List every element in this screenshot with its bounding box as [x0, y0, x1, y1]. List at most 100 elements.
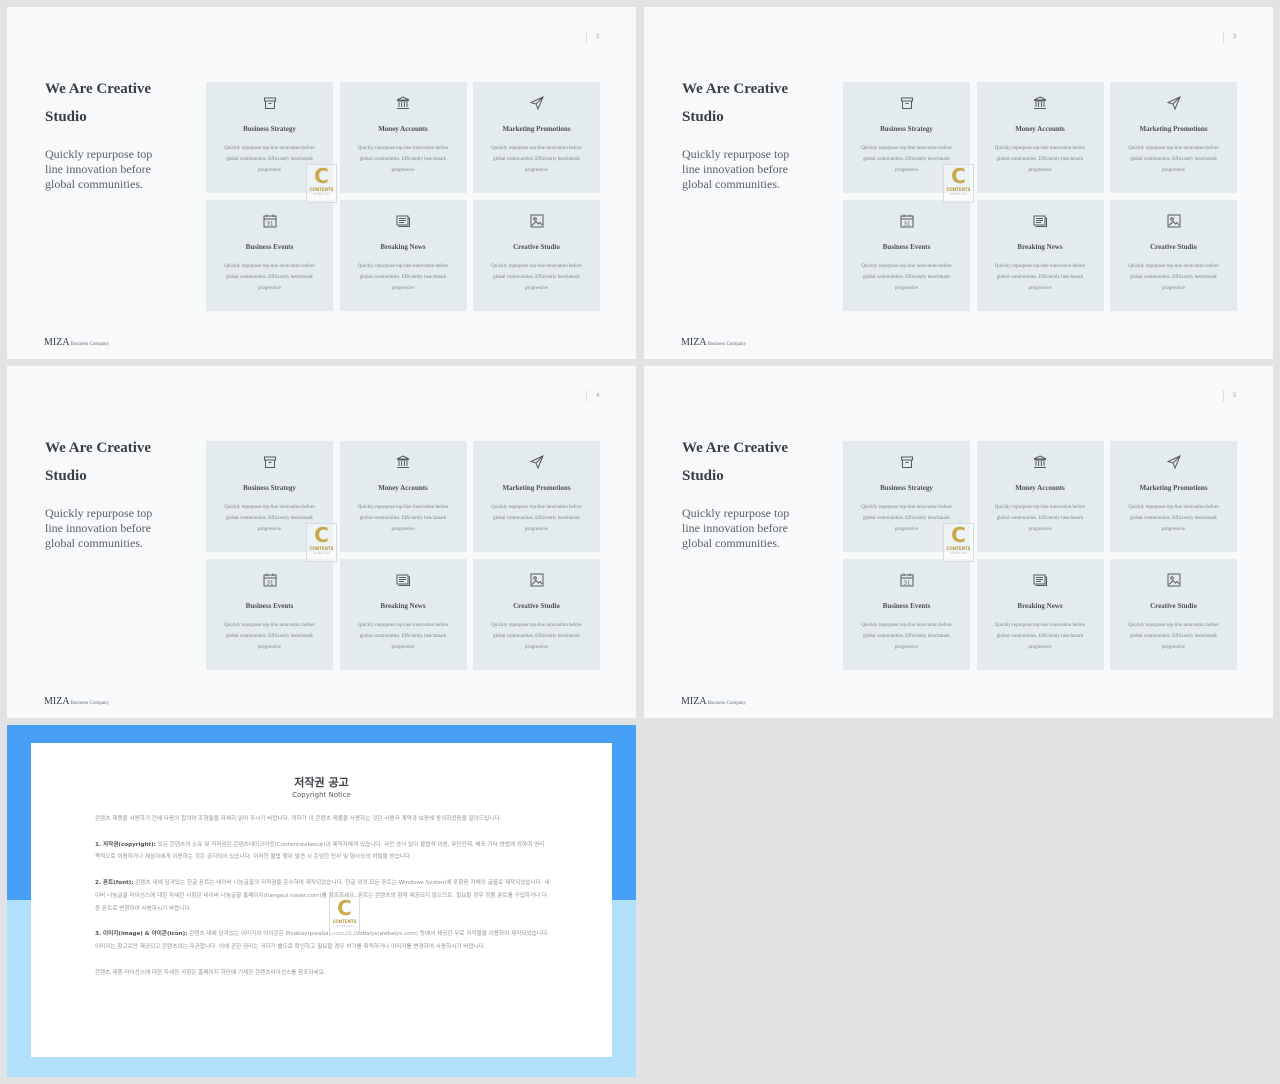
- card-title: Business Strategy: [243, 125, 296, 133]
- brand-name: MIZA: [681, 337, 707, 348]
- card-title: Marketing Promotions: [502, 125, 571, 133]
- newspaper-icon: [396, 215, 410, 227]
- card-title: Business Events: [245, 601, 294, 610]
- service-card: Money Accounts Quickly repurpose top-lin…: [339, 82, 467, 193]
- page-number: 5: [1223, 390, 1249, 402]
- watermark-logo: C CONTENTS STAKE OUT: [943, 164, 974, 203]
- calendar-icon: 31: [263, 214, 276, 227]
- paper-plane-icon: [529, 96, 544, 111]
- copyright-slide[interactable]: 저작권 공고 Copyright Notice 콘텐츠 제품을 사용하기 전에 …: [7, 725, 636, 1077]
- slide-thumbnail[interactable]: 5 We Are Creative Studio Quickly repurpo…: [644, 366, 1273, 718]
- brand-tagline: Business Company: [707, 342, 747, 347]
- watermark-sub: STAKE OUT: [950, 551, 967, 555]
- watermark-letter: C: [337, 896, 352, 920]
- watermark-logo: C CONTENTS STAKE OUT: [306, 523, 337, 562]
- brand-name: MIZA: [44, 337, 70, 348]
- notice-section-font: 2. 폰트(font): 콘텐츠 내에 담겨있는 한글 폰트는 네이버 나눔글꼴…: [95, 877, 550, 915]
- newspaper-icon: [1033, 574, 1047, 586]
- card-title: Business Strategy: [880, 484, 933, 492]
- paper-plane-icon: [529, 455, 544, 470]
- page-number: 4: [586, 390, 612, 402]
- slide-title: We Are Creative Studio: [682, 440, 789, 484]
- watermark-letter: C: [951, 164, 966, 188]
- image-icon: [530, 573, 543, 586]
- card-text: Quickly repurpose top-line innovation be…: [357, 505, 449, 532]
- service-card: Creative Studio Quickly repurpose top-li…: [1110, 558, 1237, 670]
- slide-thumbnail[interactable]: 3 We Are Creative Studio Quickly repurpo…: [644, 7, 1273, 359]
- card-title: Business Strategy: [243, 484, 296, 492]
- newspaper-icon: [396, 574, 410, 586]
- card-title: Business Events: [245, 242, 294, 251]
- svg-text:31: 31: [266, 221, 273, 227]
- notice-intro: 콘텐츠 제품을 사용하기 전에 다음의 합의와 조항들을 자세히 읽어 주시기 …: [95, 816, 502, 822]
- card-title: Breaking News: [1017, 601, 1063, 610]
- card-text: Quickly repurpose top-line innovation be…: [861, 146, 952, 173]
- image-icon: [1167, 214, 1180, 227]
- bank-icon: [396, 96, 410, 109]
- service-grid: Business Strategy Quickly repurpose top-…: [843, 82, 1237, 312]
- watermark-letter: C: [951, 523, 966, 547]
- slide-title: We Are Creative Studio: [45, 81, 152, 125]
- image-icon: [1167, 573, 1180, 586]
- card-text: Quickly repurpose top-line innovation be…: [491, 622, 582, 650]
- service-card: 31 Business Events Quickly repurpose top…: [206, 558, 333, 670]
- card-text: Quickly repurpose top-line innovation be…: [861, 505, 952, 532]
- page-number: 2: [586, 31, 612, 43]
- paper-plane-icon: [1166, 455, 1181, 470]
- card-title: Breaking News: [1017, 242, 1063, 251]
- calendar-icon: 31: [900, 573, 913, 586]
- service-card: 31 Business Events Quickly repurpose top…: [206, 199, 333, 311]
- bank-icon: [1033, 96, 1047, 109]
- card-title: Business Events: [882, 242, 931, 251]
- card-text: Quickly repurpose top-line innovation be…: [224, 146, 315, 173]
- card-title: Marketing Promotions: [502, 484, 571, 492]
- slide-subtitle: Quickly repurpose top line innovation be…: [45, 147, 153, 191]
- card-title: Business Events: [882, 601, 931, 610]
- archive-box-icon: [263, 456, 276, 468]
- card-text: Quickly repurpose top-line innovation be…: [357, 622, 449, 650]
- calendar-icon: 31: [900, 214, 913, 227]
- paper-plane-icon: [1166, 96, 1181, 111]
- calendar-icon: 31: [263, 573, 276, 586]
- notice-section-image: 3. 이미지(image) & 아이콘(icon): 콘텐츠 내에 담겨있는 이…: [95, 928, 550, 954]
- card-text: Quickly repurpose top-line innovation be…: [491, 146, 582, 173]
- notice-footer: 콘텐츠 제품 라이선스에 대한 자세한 사항은 홈페이지 하단에 기재한 콘텐츠…: [95, 969, 326, 976]
- slide-subtitle: Quickly repurpose top line innovation be…: [45, 506, 153, 550]
- archive-box-icon: [900, 97, 913, 109]
- card-title: Marketing Promotions: [1139, 484, 1208, 492]
- service-card: Marketing Promotions Quickly repurpose t…: [1110, 82, 1237, 193]
- card-title: Marketing Promotions: [1139, 125, 1208, 133]
- card-text: Quickly repurpose top-line innovation be…: [861, 263, 952, 291]
- notice-card: 저작권 공고 Copyright Notice 콘텐츠 제품을 사용하기 전에 …: [31, 743, 612, 1057]
- slide-title: We Are Creative Studio: [682, 81, 789, 125]
- newspaper-icon: [1033, 215, 1047, 227]
- service-card: Creative Studio Quickly repurpose top-li…: [1110, 199, 1237, 311]
- brand-logo: MIZABusiness Company: [681, 696, 746, 707]
- service-grid: Business Strategy Quickly repurpose top-…: [206, 82, 600, 312]
- watermark-letter: C: [314, 164, 329, 188]
- service-card: Money Accounts Quickly repurpose top-lin…: [976, 441, 1104, 552]
- card-title: Money Accounts: [378, 484, 428, 492]
- card-title: Creative Studio: [1150, 601, 1197, 610]
- svg-text:31: 31: [266, 580, 273, 586]
- watermark-letter: C: [314, 523, 329, 547]
- notice-section-head: 3. 이미지(image) & 아이콘(icon):: [95, 931, 188, 938]
- brand-logo: MIZABusiness Company: [44, 696, 109, 707]
- notice-section-text: 콘텐츠 내에 담겨있는 한글 폰트는 네이버 나눔글꼴의 저작권을 준수하여 제…: [95, 879, 550, 912]
- notice-subtitle: Copyright Notice: [292, 791, 351, 799]
- service-card: Marketing Promotions Quickly repurpose t…: [1110, 441, 1237, 552]
- watermark-logo: C CONTENTS STAKE OUT: [306, 164, 337, 203]
- service-card: Money Accounts Quickly repurpose top-lin…: [339, 441, 467, 552]
- slide-thumbnail[interactable]: 2 We Are Creative Studio Quickly repurpo…: [7, 7, 636, 359]
- service-card: Creative Studio Quickly repurpose top-li…: [473, 558, 600, 670]
- archive-box-icon: [900, 456, 913, 468]
- watermark-sub: STAKE OUT: [313, 551, 330, 555]
- service-card: Breaking News Quickly repurpose top-line…: [339, 199, 467, 311]
- card-text: Quickly repurpose top-line innovation be…: [224, 622, 315, 650]
- slide-thumbnail[interactable]: 4 We Are Creative Studio Quickly repurpo…: [7, 366, 636, 718]
- notice-section-head: 1. 저작권(copyright):: [95, 841, 156, 848]
- service-card: Money Accounts Quickly repurpose top-lin…: [976, 82, 1104, 193]
- page-number: 3: [1223, 31, 1249, 43]
- brand-tagline: Business Company: [707, 701, 747, 706]
- card-text: Quickly repurpose top-line innovation be…: [1128, 505, 1219, 532]
